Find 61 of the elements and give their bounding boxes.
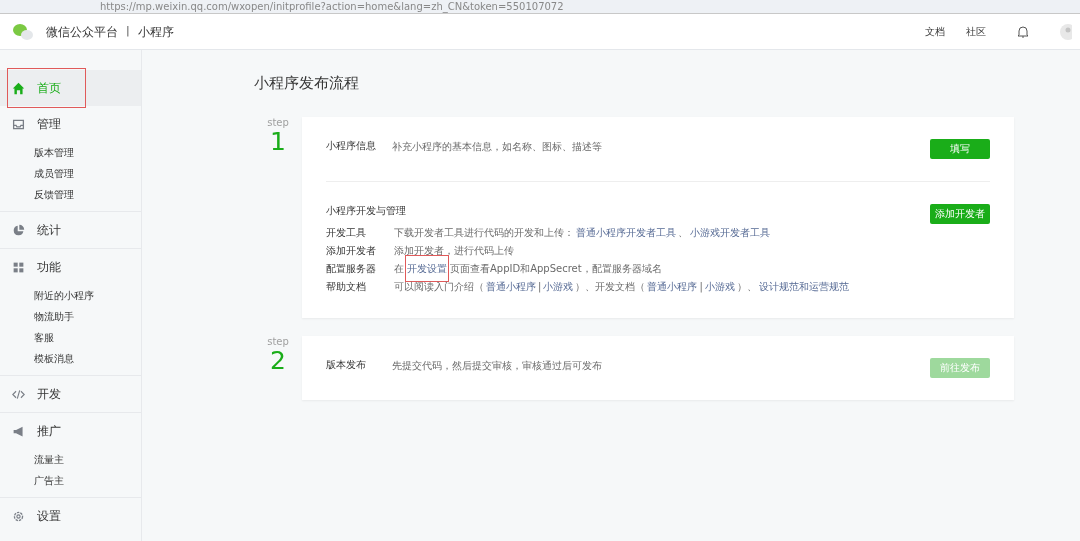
notification-bell-icon[interactable] bbox=[1017, 25, 1029, 38]
nav-subitem[interactable]: 广告主 bbox=[0, 470, 141, 491]
row-text: 下载开发者工具进行代码的开发和上传： bbox=[394, 226, 574, 240]
nav-subitem[interactable]: 流量主 bbox=[0, 449, 141, 470]
nav-subitem[interactable]: 物流助手 bbox=[0, 306, 141, 327]
row-text: 添加开发者，进行代码上传 bbox=[394, 244, 514, 258]
product-name: 小程序 bbox=[137, 23, 174, 41]
row-text: 、 bbox=[678, 226, 688, 240]
page-title: 小程序发布流程 bbox=[254, 73, 360, 94]
row-text: 在 bbox=[394, 262, 404, 276]
doc-link[interactable]: 普通小程序 bbox=[647, 279, 698, 294]
section-description: 补充小程序的基本信息，如名称、图标、描述等 bbox=[392, 139, 602, 154]
row-text: | bbox=[538, 280, 542, 294]
step-number: 1 bbox=[270, 128, 286, 155]
nav-item[interactable]: 开发 bbox=[0, 376, 141, 412]
row-text: | bbox=[699, 280, 703, 294]
nav-item[interactable]: 统计 bbox=[0, 212, 141, 248]
nav-subitem[interactable]: 版本管理 bbox=[0, 142, 141, 163]
doc-link[interactable]: 开发设置 bbox=[406, 256, 448, 281]
step-label: step bbox=[267, 116, 289, 129]
settings-icon bbox=[12, 509, 25, 523]
title-separator: | bbox=[126, 23, 130, 40]
inbox-icon bbox=[12, 117, 25, 131]
row-label: 帮助文档 bbox=[326, 280, 367, 294]
nav-item[interactable]: 管理 bbox=[0, 106, 141, 142]
step-number: 2 bbox=[270, 347, 286, 374]
row-text: 页面查看AppID和AppSecret，配置服务器域名 bbox=[450, 262, 662, 276]
wechat-logo-icon bbox=[12, 22, 34, 41]
nav-item[interactable]: 功能 bbox=[0, 249, 141, 285]
megaphone-icon bbox=[12, 424, 25, 438]
row-text: ）、开发文档（ bbox=[575, 280, 646, 294]
row-label: 添加开发者 bbox=[326, 244, 377, 258]
row-label: 开发工具 bbox=[326, 226, 367, 240]
header-link[interactable]: 社区 bbox=[966, 24, 986, 39]
doc-link[interactable]: 小游戏 bbox=[704, 279, 735, 294]
home-icon bbox=[12, 81, 25, 95]
doc-link[interactable]: 普通小程序 bbox=[486, 279, 536, 294]
nav-subitem[interactable]: 成员管理 bbox=[0, 163, 141, 184]
section-description: 先提交代码，然后提交审核，审核通过后可发布 bbox=[392, 358, 602, 373]
nav-subitem[interactable]: 客服 bbox=[0, 327, 141, 348]
section-title: 版本发布 bbox=[326, 358, 367, 372]
doc-link[interactable]: 设计规范和运营规范 bbox=[758, 279, 849, 294]
row-text: ）、 bbox=[736, 280, 757, 294]
doc-link[interactable]: 普通小程序开发者工具 bbox=[576, 225, 676, 240]
nav-subitem[interactable]: 模板消息 bbox=[0, 348, 141, 369]
row-text: 可以阅读入门介绍（ bbox=[394, 280, 484, 294]
header-link[interactable]: 文档 bbox=[925, 24, 945, 39]
doc-link[interactable]: 小游戏 bbox=[543, 279, 574, 294]
grid-icon bbox=[12, 260, 25, 274]
nav-item[interactable]: 设置 bbox=[0, 498, 141, 534]
section-title: 小程序开发与管理 bbox=[326, 203, 406, 218]
code-icon bbox=[12, 387, 25, 401]
nav-subitem[interactable]: 反馈管理 bbox=[0, 184, 141, 205]
nav-subitem[interactable]: 附近的小程序 bbox=[0, 285, 141, 306]
brand-name: 微信公众平台 bbox=[46, 23, 118, 41]
row-label: 配置服务器 bbox=[326, 262, 377, 276]
step-label: step bbox=[267, 335, 289, 348]
section-title: 小程序信息 bbox=[326, 139, 377, 153]
nav-item[interactable]: 推广 bbox=[0, 413, 141, 449]
pie-chart-icon bbox=[12, 223, 25, 237]
doc-link[interactable]: 小游戏开发者工具 bbox=[690, 225, 770, 240]
